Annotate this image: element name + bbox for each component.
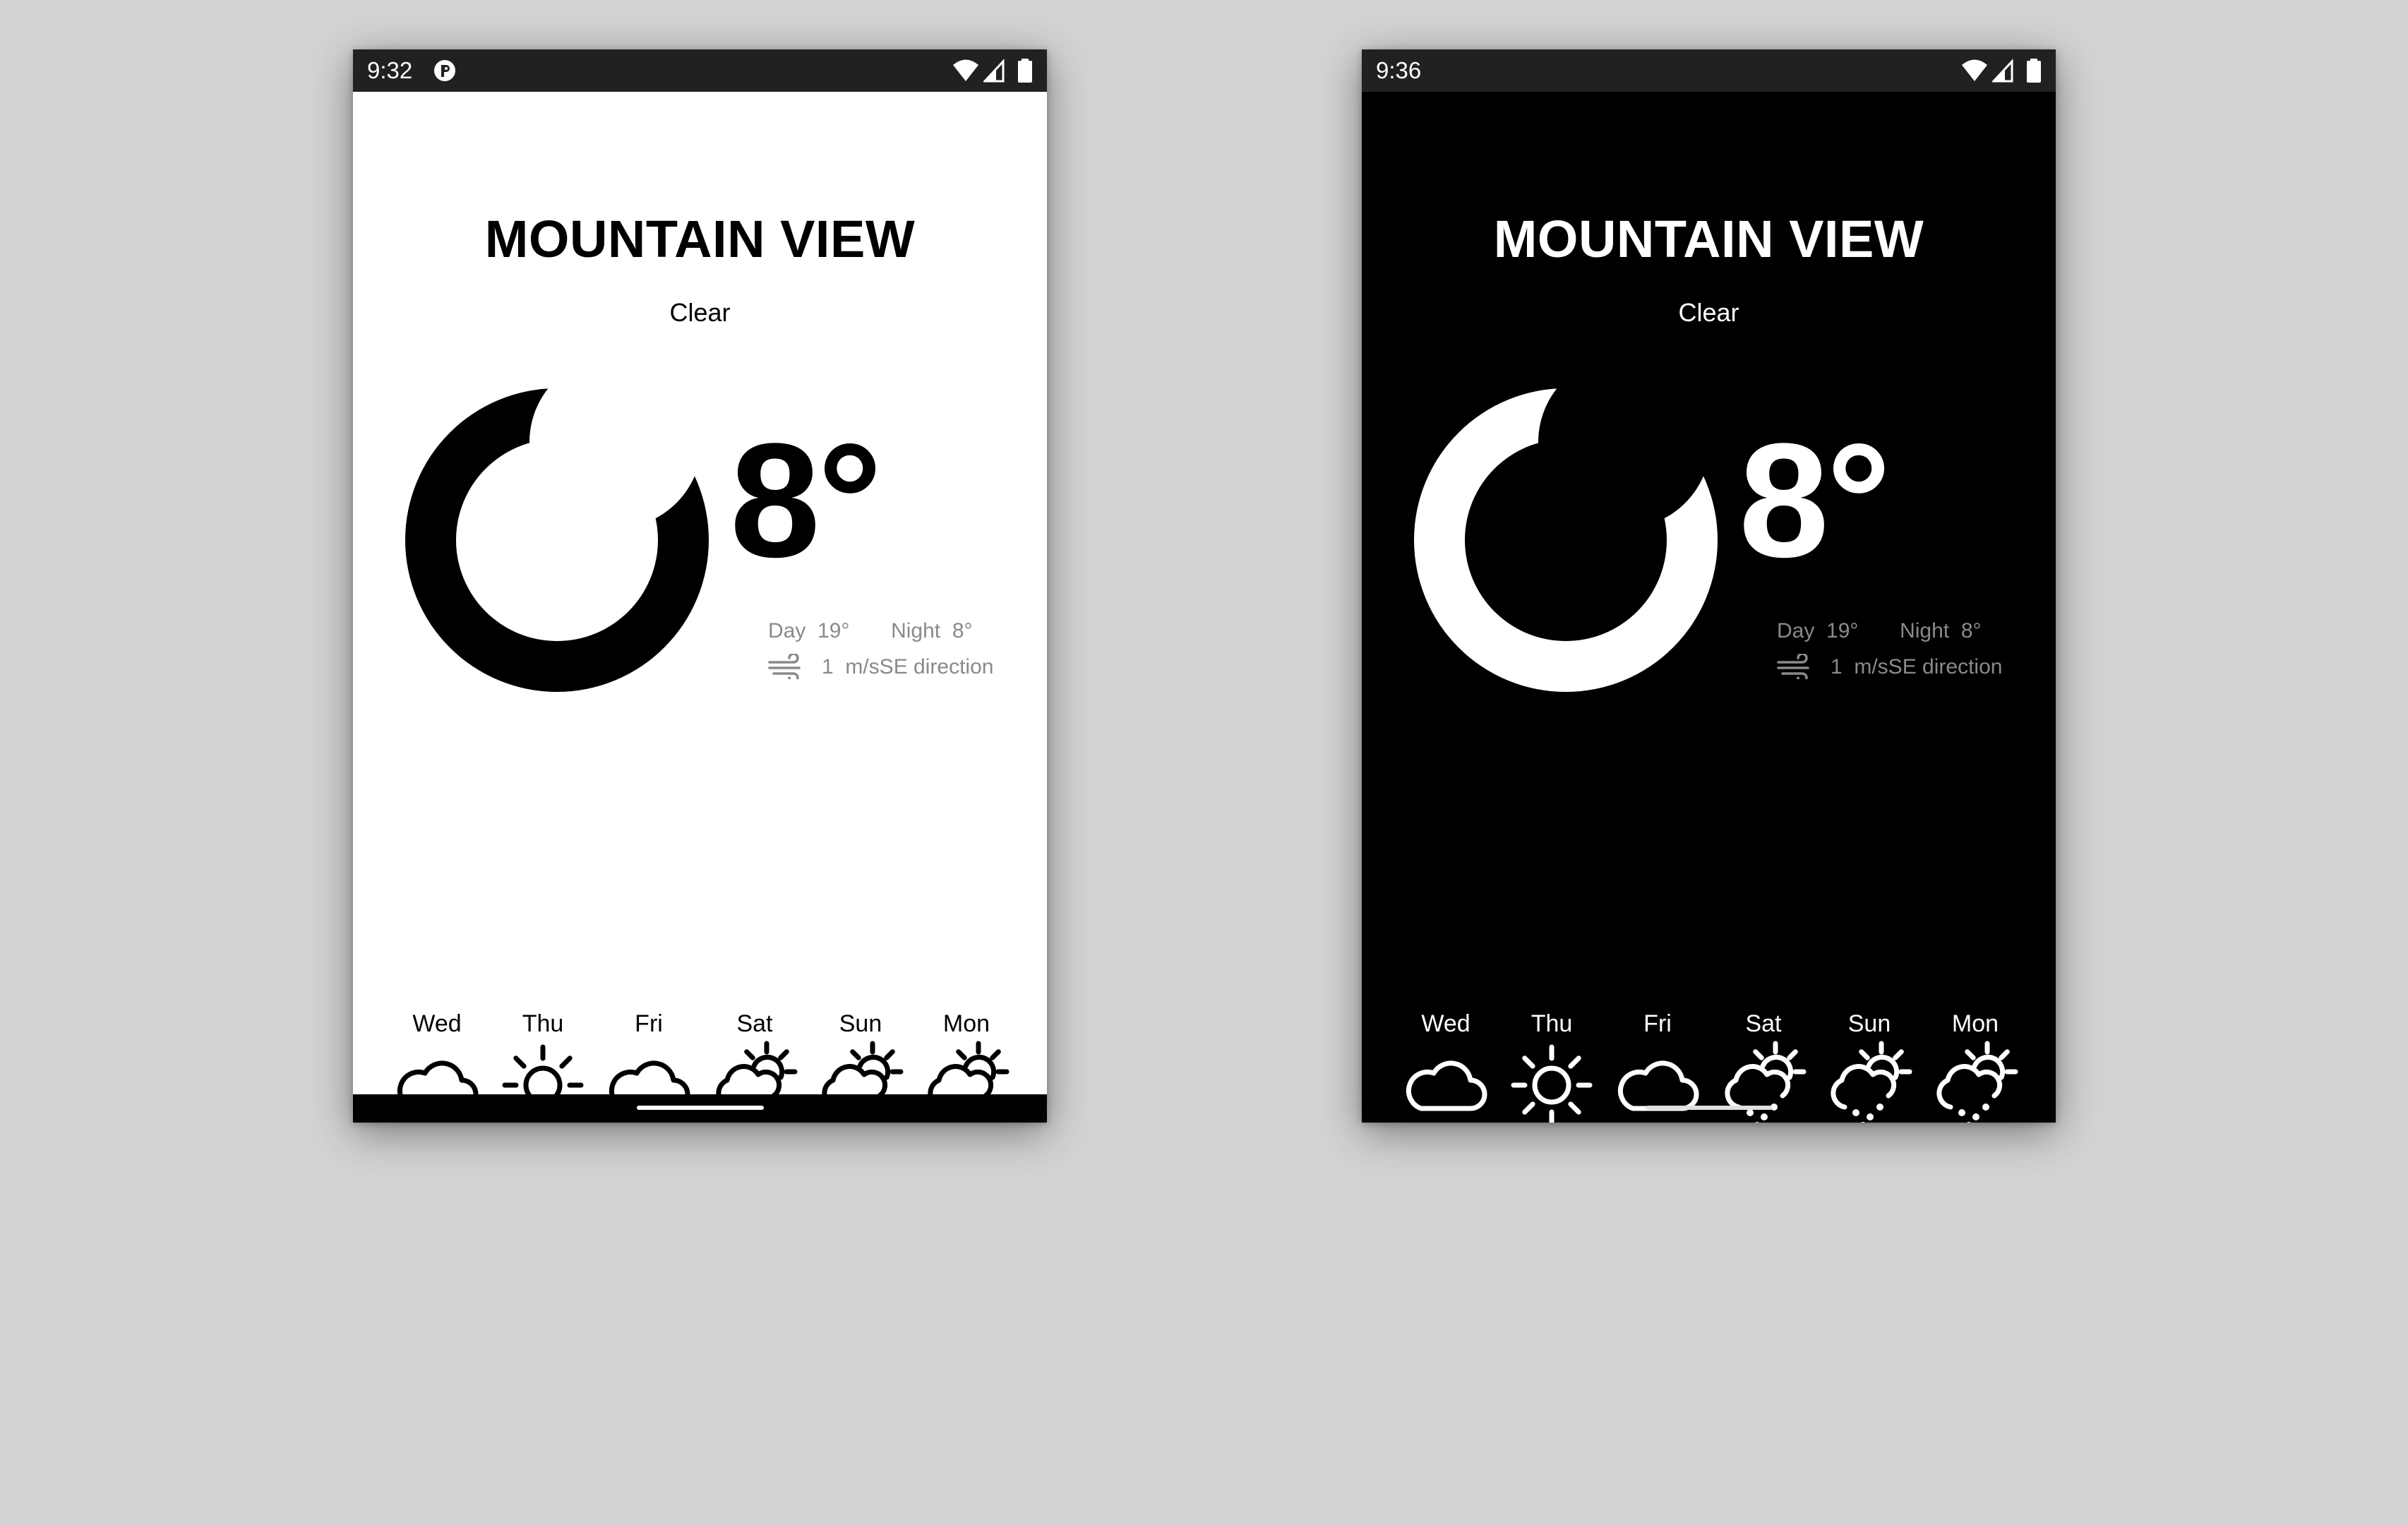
phone-screen-light: 9:32 MOUNTAIN VIEW Clear 8° Day 19° Nigh… — [353, 49, 1047, 1123]
day-temp: 19° — [817, 619, 850, 642]
forecast-day-label: Sun — [1847, 1010, 1891, 1037]
city-name: MOUNTAIN VIEW — [1493, 210, 1924, 268]
battery-icon — [1018, 59, 1032, 83]
night-label: Night — [891, 619, 941, 642]
signal-icon — [1992, 59, 2013, 83]
moon-icon — [405, 388, 709, 692]
battery-icon — [2027, 59, 2041, 83]
forecast-day-label: Mon — [942, 1010, 990, 1037]
wifi-icon — [953, 59, 978, 81]
current-temperature: 8° — [1739, 409, 1891, 591]
home-gesture-handle[interactable] — [1645, 1106, 1773, 1110]
wifi-icon — [1962, 59, 1987, 81]
weather-condition: Clear — [669, 298, 731, 327]
day-label: Day — [768, 619, 806, 642]
forecast-day-label: Sat — [736, 1010, 773, 1037]
forecast-day-label: Mon — [1951, 1010, 1999, 1037]
night-temp: 8° — [952, 619, 973, 642]
navigation-bar — [353, 1094, 1047, 1123]
weather-condition: Clear — [1678, 298, 1739, 327]
day-temp: 19° — [1826, 619, 1859, 642]
city-name: MOUNTAIN VIEW — [484, 210, 916, 268]
forecast-day-label: Sat — [1745, 1010, 1782, 1037]
wind-icon — [768, 654, 801, 679]
day-night-temps: Day 19° Night 8° — [768, 619, 973, 643]
forecast-day-label: Fri — [635, 1010, 663, 1037]
home-gesture-handle[interactable] — [636, 1106, 764, 1110]
wind-icon — [1777, 654, 1809, 679]
forecast-day-label: Thu — [1531, 1010, 1573, 1037]
current-temperature: 8° — [730, 409, 882, 591]
forecast-day-label: Fri — [1643, 1010, 1672, 1037]
phone-screen-dark: 9:36 MOUNTAIN VIEW Clear 8° Day 19° Nigh… — [1362, 49, 2056, 1123]
forecast-day-label: Wed — [412, 1010, 462, 1037]
status-bar: 9:32 — [353, 49, 1047, 92]
app-notification-icon — [434, 60, 455, 81]
signal-icon — [983, 59, 1005, 83]
forecast-day-label: Wed — [1421, 1010, 1470, 1037]
wind-speed: 1 — [822, 655, 834, 678]
status-time: 9:36 — [1376, 57, 1422, 83]
day-night-temps: Day 19° Night 8° — [1777, 619, 1982, 643]
wind-description: m/sSE direction — [1854, 655, 2003, 678]
day-label: Day — [1777, 619, 1815, 642]
night-temp: 8° — [1960, 619, 1982, 642]
status-time: 9:32 — [367, 57, 413, 83]
moon-icon — [1414, 388, 1718, 692]
night-label: Night — [1900, 619, 1950, 642]
navigation-bar — [1362, 1094, 2056, 1123]
forecast-day-label: Sun — [839, 1010, 882, 1037]
wind-description: m/sSE direction — [845, 655, 994, 678]
status-bar: 9:36 — [1362, 49, 2056, 92]
forecast-day-label: Thu — [522, 1010, 564, 1037]
wind-speed: 1 — [1831, 655, 1843, 678]
